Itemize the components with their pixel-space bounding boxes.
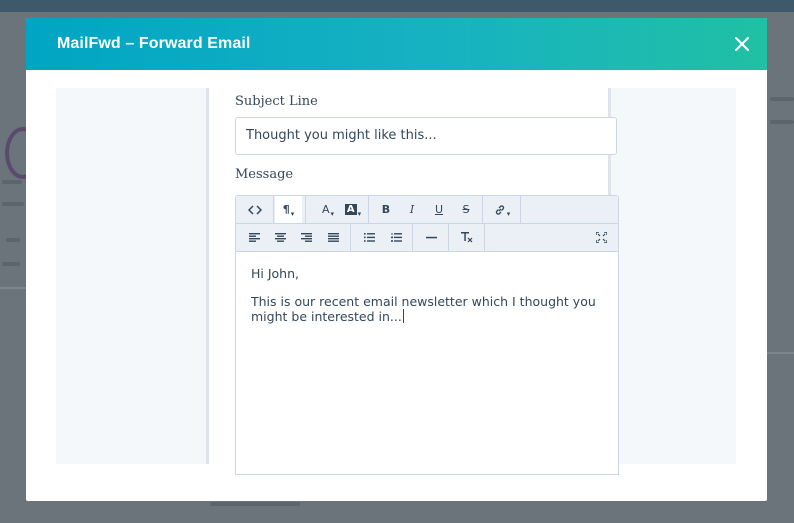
background-text: [2, 202, 24, 206]
message-paragraph-text: This is our recent email newsletter whic…: [251, 294, 596, 324]
fullscreen-button[interactable]: [591, 224, 611, 251]
forward-email-modal: MailFwd – Forward Email Subject Line Tho…: [26, 18, 767, 501]
link-button[interactable]: ▾: [487, 196, 517, 223]
toolbar-separator: [350, 224, 351, 251]
fullscreen-icon: [595, 232, 607, 243]
italic-icon: I: [409, 203, 415, 216]
highlight-color-button[interactable]: A ▾: [341, 196, 365, 223]
clear-formatting-button[interactable]: [456, 224, 478, 251]
toolbar-separator: [273, 196, 274, 223]
modal-title: MailFwd – Forward Email: [57, 35, 251, 52]
toolbar-separator: [448, 224, 449, 251]
strikethrough-button[interactable]: S: [455, 196, 477, 223]
bold-button[interactable]: B: [375, 196, 397, 223]
align-justify-icon: [327, 233, 339, 242]
background-top-bar: [0, 0, 794, 12]
strikethrough-icon: S: [462, 203, 470, 216]
paragraph-style-button[interactable]: ¶ ▾: [275, 196, 302, 223]
bold-icon: B: [381, 203, 391, 216]
align-justify-button[interactable]: [323, 224, 343, 251]
background-text: [2, 180, 22, 184]
modal-body: Subject Line Thought you might like this…: [56, 88, 736, 475]
background-divider: [767, 352, 794, 354]
toolbar-separator: [520, 196, 521, 223]
background-text: [210, 502, 300, 506]
chevron-down-icon: ▾: [290, 209, 295, 218]
background-text: [770, 97, 794, 101]
modal-header: MailFwd – Forward Email: [26, 18, 767, 70]
text-color-button[interactable]: A ▾: [316, 196, 340, 223]
message-body[interactable]: Hi John, This is our recent email newsle…: [251, 266, 611, 337]
bullet-list-icon: [363, 233, 375, 242]
close-icon: [735, 37, 749, 51]
editor-toolbar-row-1: ¶ ▾ A ▾ A ▾ B I U S ▾: [236, 196, 618, 224]
toolbar-separator: [412, 224, 413, 251]
background-text: [770, 120, 794, 124]
align-left-button[interactable]: [244, 224, 264, 251]
chevron-down-icon: ▾: [506, 209, 511, 218]
background-text: [6, 238, 20, 242]
close-button[interactable]: [731, 33, 753, 55]
background-divider: [0, 287, 26, 289]
toolbar-separator: [484, 224, 485, 251]
underline-button[interactable]: U: [428, 196, 450, 223]
form-column: Subject Line Thought you might like this…: [209, 88, 619, 475]
horizontal-rule-icon: [425, 236, 437, 239]
align-right-icon: [300, 233, 312, 242]
align-center-icon: [274, 233, 286, 242]
text-cursor: [402, 309, 404, 323]
code-icon: [247, 204, 262, 215]
chevron-down-icon: ▾: [330, 209, 335, 218]
chevron-down-icon: ▾: [357, 209, 362, 218]
toolbar-separator: [305, 196, 306, 223]
clear-formatting-icon: [461, 232, 473, 243]
italic-button[interactable]: I: [401, 196, 423, 223]
subject-line-input[interactable]: Thought you might like this...: [235, 117, 617, 155]
bullet-list-button[interactable]: [359, 224, 379, 251]
horizontal-rule-button[interactable]: [420, 224, 442, 251]
message-label: Message: [235, 167, 294, 182]
subject-line-label: Subject Line: [235, 94, 318, 109]
message-greeting: Hi John,: [251, 266, 299, 281]
editor-toolbar-row-2: [236, 224, 618, 252]
toolbar-separator: [368, 196, 369, 223]
align-left-icon: [248, 233, 260, 242]
paragraph-icon: ¶: [282, 203, 290, 216]
toolbar-separator: [482, 196, 483, 223]
underline-icon: U: [434, 203, 444, 216]
link-icon: [495, 204, 504, 215]
background-color-icon: A: [344, 204, 357, 215]
numbered-list-button[interactable]: [386, 224, 406, 251]
message-editor[interactable]: ¶ ▾ A ▾ A ▾ B I U S ▾ Hi John, This is o…: [235, 195, 619, 475]
background-text: [2, 262, 20, 266]
message-paragraph: This is our recent email newsletter whic…: [251, 294, 611, 324]
source-code-button[interactable]: [236, 196, 273, 223]
align-center-button[interactable]: [270, 224, 290, 251]
text-color-icon: A: [321, 203, 330, 216]
numbered-list-icon: [390, 233, 402, 242]
align-right-button[interactable]: [296, 224, 316, 251]
